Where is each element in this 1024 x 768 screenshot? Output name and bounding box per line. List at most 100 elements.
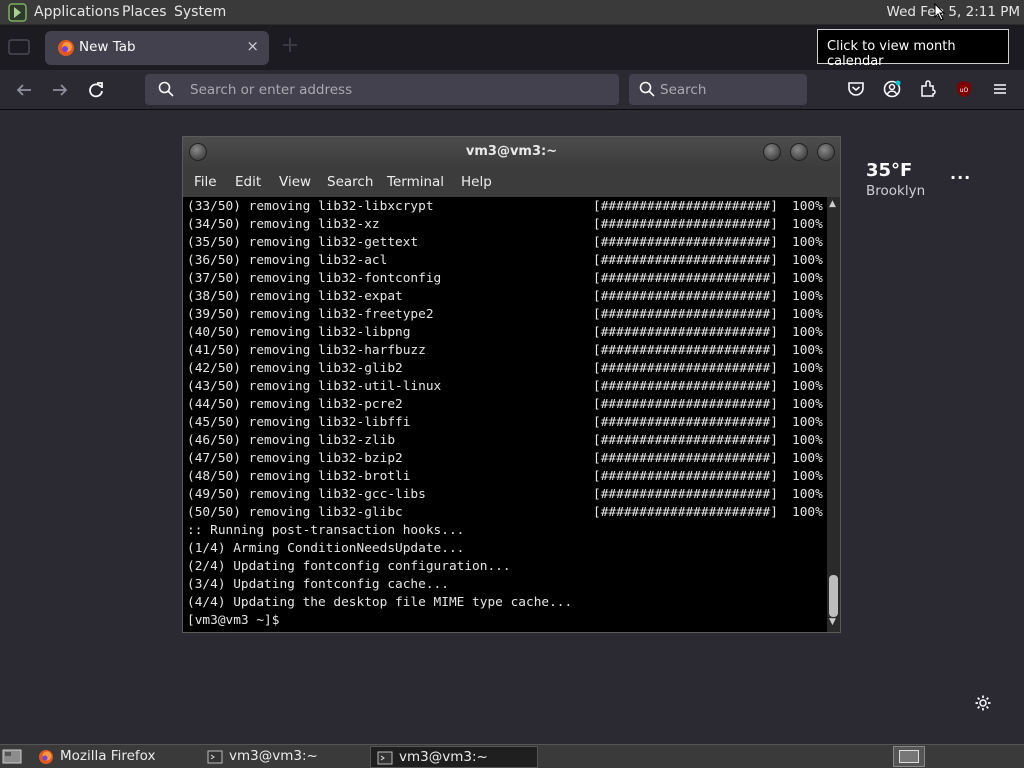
progress-bar-text: [######################]: [593, 271, 778, 286]
shell-prompt[interactable]: [vm3@vm3 ~]$: [187, 613, 279, 628]
progress-percent: 100%: [792, 199, 823, 214]
removal-text: (50/50) removing lib32-glibc: [187, 505, 403, 520]
terminal-line: (39/50) removing lib32-freetype2 [#######…: [187, 307, 823, 322]
progress-percent: 100%: [792, 505, 823, 520]
show-desktop-icon[interactable]: [2, 748, 22, 765]
removal-text: (48/50) removing lib32-brotli: [187, 469, 411, 484]
pocket-icon[interactable]: [847, 80, 865, 98]
task-label: Mozilla Firefox: [60, 748, 156, 764]
terminal-line: (49/50) removing lib32-gcc-libs [########…: [187, 487, 823, 502]
terminal-line: (35/50) removing lib32-gettext [#########…: [187, 235, 823, 250]
scroll-up-arrow-icon[interactable]: ▲: [829, 199, 836, 209]
terminal-scrollbar[interactable]: ▲ ▼: [827, 197, 840, 632]
terminal-window[interactable]: vm3@vm3:~ File Edit View Search Terminal…: [182, 136, 841, 633]
hamburger-menu-icon[interactable]: [991, 80, 1009, 98]
progress-bar-text: [######################]: [593, 451, 778, 466]
terminal-titlebar[interactable]: vm3@vm3:~: [183, 137, 840, 167]
removal-text: (36/50) removing lib32-acl: [187, 253, 388, 268]
removal-text: (37/50) removing lib32-fontconfig: [187, 271, 442, 286]
system-menu[interactable]: System: [174, 4, 226, 20]
progress-bar-text: [######################]: [593, 379, 778, 394]
forward-arrow-icon[interactable]: [50, 80, 70, 100]
weather-widget[interactable]: 35°F Brooklyn: [866, 160, 925, 199]
tab-title: New Tab: [79, 39, 136, 55]
terminal-menubar: File Edit View Search Terminal Help: [183, 167, 840, 197]
workspace-window-thumbnail: [899, 750, 919, 763]
progress-bar-text: [######################]: [593, 487, 778, 502]
progress-bar-text: [######################]: [593, 199, 778, 214]
account-icon[interactable]: [883, 80, 901, 98]
progress-bar-text: [######################]: [593, 361, 778, 376]
menu-file[interactable]: File: [194, 174, 217, 190]
progress-percent: 100%: [792, 379, 823, 394]
task-terminal-2[interactable]: vm3@vm3:~: [370, 746, 538, 768]
close-tab-icon[interactable]: ×: [246, 37, 259, 55]
menu-search[interactable]: Search: [327, 174, 373, 190]
tab-new-tab[interactable]: New Tab ×: [45, 31, 269, 65]
maximize-icon[interactable]: [790, 143, 808, 161]
search-bar[interactable]: Search: [629, 74, 807, 105]
progress-bar-text: [######################]: [593, 397, 778, 412]
terminal-line: (38/50) removing lib32-expat [###########…: [187, 289, 823, 304]
progress-percent: 100%: [792, 433, 823, 448]
top-panel: Applications Places System Wed Feb 5, 2:…: [0, 0, 1024, 25]
progress-percent: 100%: [792, 469, 823, 484]
task-label: vm3@vm3:~: [399, 749, 488, 765]
menu-terminal[interactable]: Terminal: [387, 174, 444, 190]
weather-more-options-icon[interactable]: ···: [950, 168, 971, 187]
applications-menu[interactable]: Applications: [34, 4, 120, 20]
terminal-line: (37/50) removing lib32-fontconfig [######…: [187, 271, 823, 286]
gear-icon[interactable]: [974, 694, 992, 712]
scrollbar-thumb[interactable]: [829, 575, 838, 617]
address-bar[interactable]: Search or enter address: [145, 74, 619, 105]
ublock-origin-icon[interactable]: uO: [955, 80, 973, 98]
removal-text: (35/50) removing lib32-gettext: [187, 235, 419, 250]
menu-view[interactable]: View: [279, 174, 311, 190]
removal-text: (40/50) removing lib32-libpng: [187, 325, 411, 340]
terminal-icon: [207, 750, 223, 764]
terminal-output[interactable]: (33/50) removing lib32-libxcrypt [#######…: [183, 197, 827, 632]
extensions-icon[interactable]: [919, 80, 937, 98]
svg-text:uO: uO: [960, 87, 969, 94]
navigation-toolbar: Search or enter address Search uO: [0, 70, 1024, 110]
task-terminal-1[interactable]: vm3@vm3:~: [201, 746, 367, 768]
search-icon: [639, 81, 655, 97]
menu-edit[interactable]: Edit: [235, 174, 261, 190]
progress-percent: 100%: [792, 253, 823, 268]
progress-bar-text: [######################]: [593, 253, 778, 268]
bottom-taskbar: Mozilla Firefox vm3@vm3:~ vm3@vm3:~: [0, 744, 1024, 768]
removal-text: (39/50) removing lib32-freetype2: [187, 307, 434, 322]
reload-icon[interactable]: [86, 80, 106, 100]
progress-bar-text: [######################]: [593, 307, 778, 322]
terminal-line: (4/4) Updating the desktop file MIME typ…: [187, 595, 573, 610]
terminal-line: :: Running post-transaction hooks...: [187, 523, 465, 538]
mouse-pointer-icon: [934, 3, 946, 21]
close-icon[interactable]: [817, 143, 835, 161]
terminal-line: (44/50) removing lib32-pcre2 [###########…: [187, 397, 823, 412]
progress-percent: 100%: [792, 397, 823, 412]
workspace-switcher[interactable]: [893, 746, 925, 767]
removal-text: (45/50) removing lib32-libffi: [187, 415, 411, 430]
minimize-icon[interactable]: [763, 143, 781, 161]
progress-percent: 100%: [792, 451, 823, 466]
scroll-down-arrow-icon[interactable]: ▼: [829, 617, 836, 627]
removal-text: (46/50) removing lib32-zlib: [187, 433, 396, 448]
removal-text: (43/50) removing lib32-util-linux: [187, 379, 442, 394]
task-firefox[interactable]: Mozilla Firefox: [32, 746, 198, 768]
removal-text: (38/50) removing lib32-expat: [187, 289, 403, 304]
places-menu[interactable]: Places: [122, 4, 167, 20]
progress-bar-text: [######################]: [593, 433, 778, 448]
panel-clock[interactable]: Wed Feb 5, 2:11 PM: [887, 4, 1020, 20]
terminal-title: vm3@vm3:~: [465, 144, 558, 159]
removal-text: (33/50) removing lib32-libxcrypt: [187, 199, 434, 214]
progress-percent: 100%: [792, 343, 823, 358]
progress-percent: 100%: [792, 487, 823, 502]
progress-percent: 100%: [792, 325, 823, 340]
back-arrow-icon[interactable]: [14, 80, 34, 100]
new-tab-plus-icon[interactable]: [280, 35, 300, 55]
sidebar-toggle-icon[interactable]: [8, 38, 30, 56]
progress-percent: 100%: [792, 289, 823, 304]
menu-help[interactable]: Help: [461, 174, 492, 190]
weather-temperature: 35°F: [866, 160, 913, 181]
distro-logo-icon[interactable]: [8, 3, 27, 22]
